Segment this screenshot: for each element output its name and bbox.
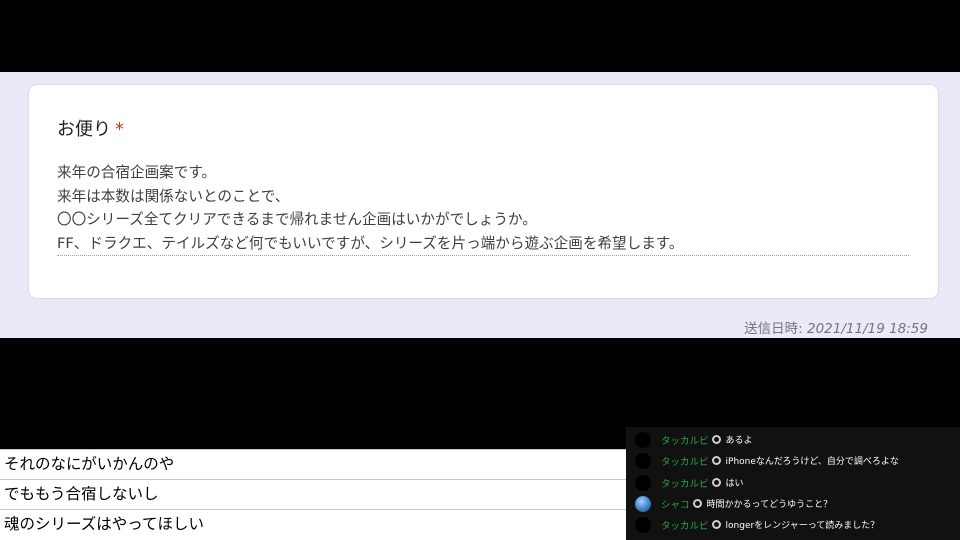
- chat-message[interactable]: シャコ 時間かかるってどうゆうこと？: [626, 493, 960, 514]
- chat-author-name[interactable]: タッカルビ: [661, 476, 709, 490]
- chat-message[interactable]: タッカルビ longerをレンジャーって読みました？: [626, 514, 960, 535]
- answer-text: 来年の合宿企画案です。 来年は本数は関係ないとのことで、 〇〇シリーズ全てクリア…: [57, 161, 909, 256]
- chat-author-name[interactable]: タッカルビ: [661, 433, 709, 447]
- comment-overlay-list: それのなにがいかんのや でももう合宿しないし 魂のシリーズはやってほしい: [0, 449, 626, 540]
- question-title: お便り *: [57, 115, 124, 141]
- answer-line: 来年は本数は関係ないとのことで、: [57, 187, 290, 205]
- chat-message-text: longerをレンジャーって読みました？: [725, 521, 880, 531]
- chat-message-text: 時間かかるってどうゆうこと？: [706, 500, 833, 510]
- chat-message[interactable]: タッカルビ はい: [626, 472, 960, 493]
- comment-row: 魂のシリーズはやってほしい: [0, 509, 626, 537]
- chat-author-name[interactable]: タッカルビ: [661, 454, 709, 468]
- chat-author-name[interactable]: タッカルビ: [661, 518, 709, 532]
- avatar[interactable]: [635, 452, 651, 469]
- chat-message-text: iPhoneなんだろうけど、自分で調べろよな: [725, 457, 899, 467]
- submission-timestamp: 送信日時: 2021/11/19 18:59: [744, 317, 928, 337]
- chat-message[interactable]: タッカルビ iPhoneなんだろうけど、自分で調べろよな: [626, 450, 960, 471]
- badge-icon: [711, 520, 721, 529]
- question-title-text: お便り: [57, 119, 111, 140]
- required-asterisk: *: [115, 119, 124, 140]
- form-response-card: お便り * 来年の合宿企画案です。 来年は本数は関係ないとのことで、 〇〇シリーズ…: [29, 85, 938, 298]
- avatar[interactable]: [635, 516, 651, 533]
- chat-message-text: はい: [725, 479, 744, 489]
- answer-line: 来年の合宿企画案です。: [57, 164, 217, 181]
- live-chat-panel[interactable]: タッカルビ あるよ タッカルビ iPhoneなんだろうけど、自分で調べろよな タ…: [626, 427, 960, 540]
- chat-message[interactable]: タッカルビ あるよ: [626, 429, 960, 450]
- badge-icon: [711, 435, 721, 444]
- timestamp-label: 送信日時:: [744, 321, 803, 337]
- avatar[interactable]: [635, 431, 651, 448]
- answer-line: FF、ドラクエ、テイルズなど何でもいいですが、シリーズを片っ端から遊ぶ企画を希望…: [57, 234, 684, 252]
- avatar[interactable]: [635, 474, 651, 491]
- comment-row: それのなにがいかんのや: [0, 449, 626, 477]
- badge-icon: [711, 478, 721, 487]
- comment-row: でももう合宿しないし: [0, 479, 626, 507]
- badge-icon: [692, 499, 702, 508]
- avatar[interactable]: [635, 495, 651, 512]
- chat-message-text: あるよ: [725, 436, 753, 446]
- chat-author-name[interactable]: シャコ: [661, 497, 690, 511]
- answer-line: 〇〇シリーズ全てクリアできるまで帰れません企画はいかがでしょうか。: [57, 211, 537, 228]
- timestamp-value: 2021/11/19 18:59: [806, 321, 928, 337]
- badge-icon: [711, 456, 721, 465]
